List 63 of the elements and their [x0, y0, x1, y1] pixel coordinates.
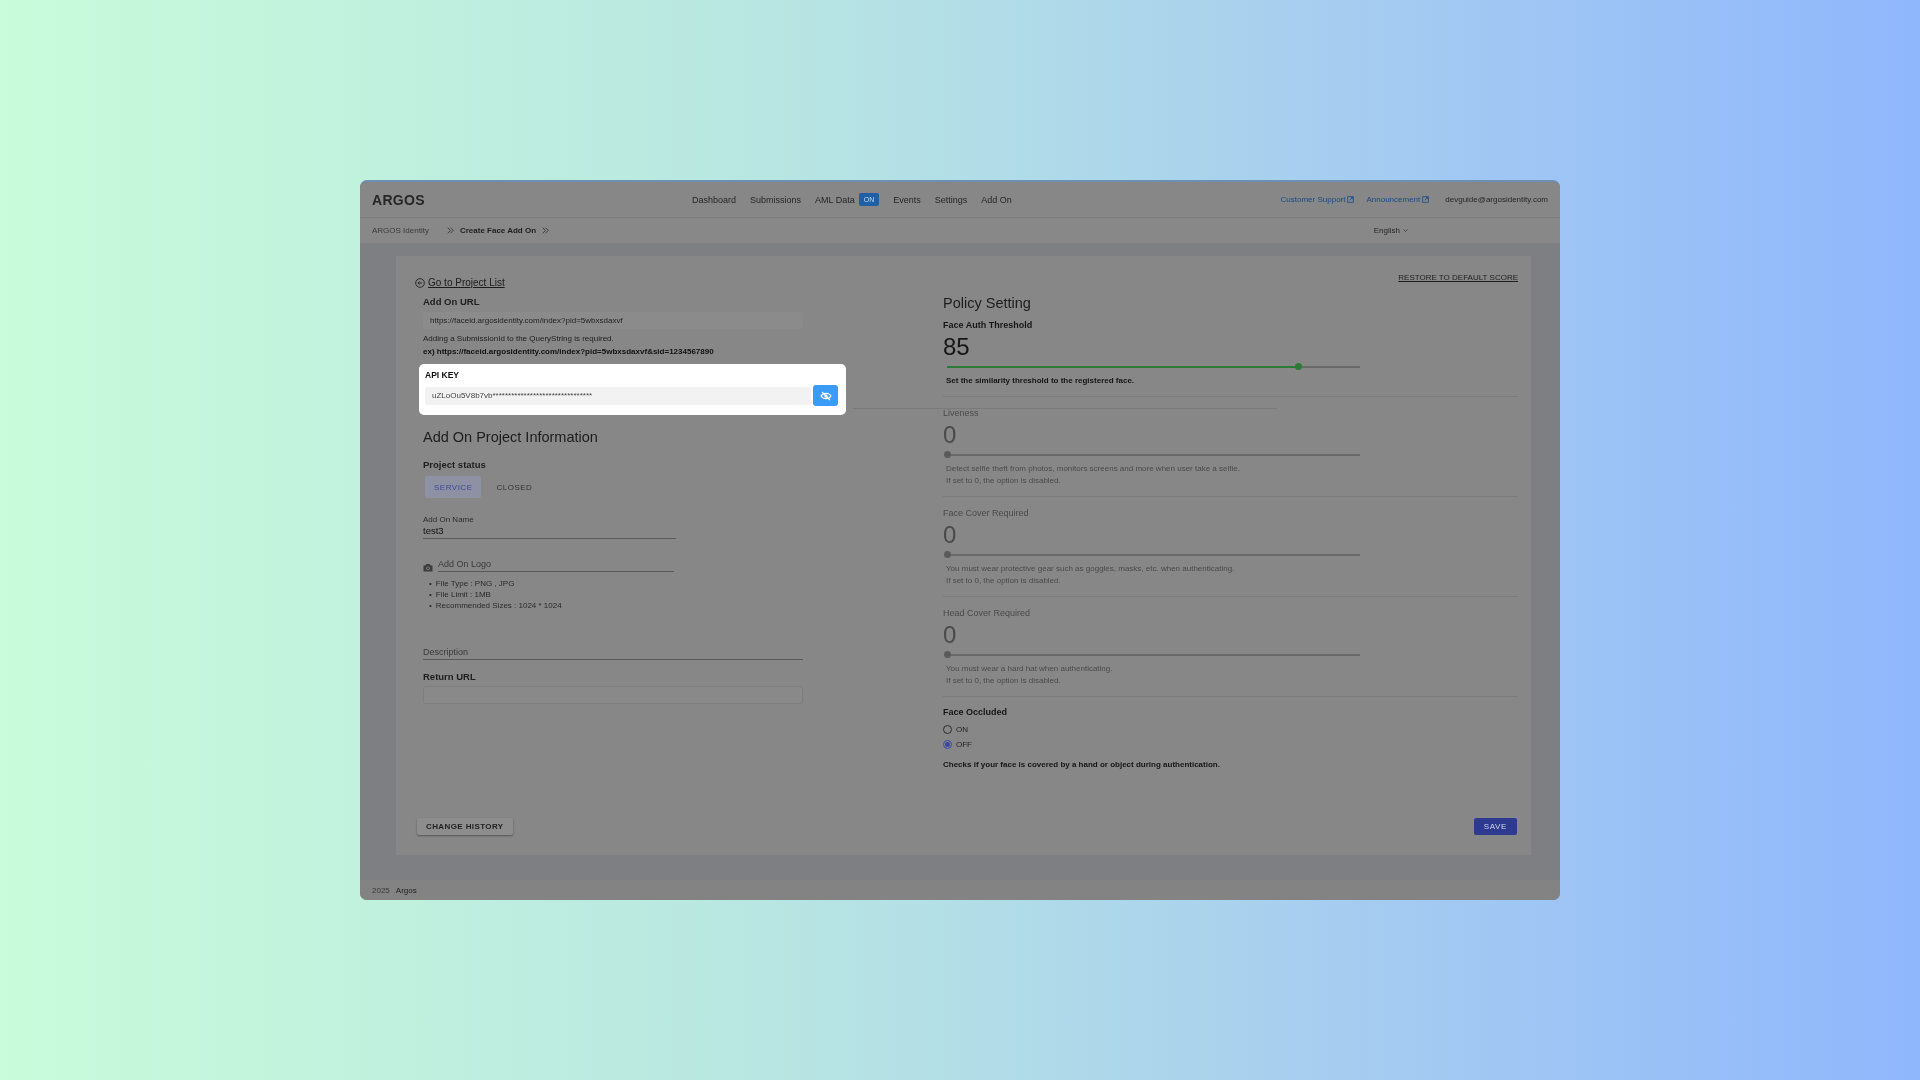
bullet: •	[429, 589, 432, 600]
setting-description: Set the similarity threshold to the registered face.	[946, 376, 1136, 385]
setting-value: 85	[943, 332, 971, 362]
back-arrow-icon	[415, 277, 425, 288]
camera-icon	[423, 563, 433, 572]
header-link[interactable]: Announcement	[1366, 195, 1430, 204]
setting-label: Liveness	[943, 408, 980, 418]
radio-label: ON	[956, 725, 968, 734]
change-history-button[interactable]: CHANGE HISTORY	[417, 818, 513, 835]
url-field[interactable]: https://faceid.argosidentity.com/index?pid=5wbxsdaxvf	[423, 312, 803, 329]
logo: ARGOS	[372, 191, 426, 208]
language-select[interactable]: English	[1373, 226, 1408, 235]
setting-label: Face Auth Threshold	[943, 320, 1034, 330]
nav-link[interactable]: Settings	[934, 194, 968, 205]
field-label: Add On URL	[423, 296, 481, 307]
setting-label: Face Occluded	[943, 707, 1009, 717]
description-field[interactable]: Description	[423, 647, 803, 660]
radio-button[interactable]	[943, 740, 952, 749]
field-label: API KEY	[425, 370, 460, 380]
breadcrumb-item[interactable]: ARGOS Identity	[372, 226, 429, 235]
nav-link[interactable]: Submissions	[750, 194, 802, 205]
copyright-year: 2025	[372, 885, 390, 895]
rule-item: File Type : PNG , JPG	[435, 578, 515, 589]
example-url: ex) https://faceid.argosidentity.com/index?pid=5wbxsdaxvf&sid=1234567890	[423, 347, 715, 356]
restore-default-link[interactable]: RESTORE TO DEFAULT SCORE	[1398, 273, 1518, 282]
floating-label: Add On Name	[423, 515, 475, 524]
slider-thumb[interactable]	[1294, 363, 1302, 370]
section-title: Policy Setting	[943, 295, 1032, 311]
hint-text: Adding a SubmissionId to the QueryString is required.	[423, 334, 615, 343]
section-title: Add On Project Information	[423, 429, 599, 445]
chevron-icon	[446, 227, 454, 234]
nav-link[interactable]: Add On	[981, 194, 1012, 205]
bullet: •	[429, 600, 432, 611]
setting-description: Checks if your face is covered by a hand or object during authentication.	[943, 760, 1221, 769]
rule-item: Recommended Sizes : 1024 * 1024	[435, 600, 562, 611]
setting-value: 0	[943, 620, 958, 650]
api-key-field[interactable]: uZLoOu5V8b7vb********************************	[425, 386, 811, 405]
save-button[interactable]: SAVE	[1473, 818, 1517, 835]
nav-link[interactable]: Dashboard	[692, 194, 737, 205]
bullet: •	[429, 578, 432, 589]
header-link[interactable]: Customer Support	[1280, 195, 1355, 204]
breadcrumb-item: Create Face Add On	[459, 226, 537, 235]
account-email[interactable]: devguide@argosidentity.com	[1445, 195, 1548, 204]
status-toggle[interactable]: SERVICE	[425, 476, 482, 498]
field-value: test3	[423, 525, 445, 536]
setting-value: 0	[943, 420, 958, 450]
external-link-icon	[1347, 196, 1355, 203]
caret-icon	[1403, 228, 1408, 233]
visibility-toggle-button[interactable]	[813, 385, 838, 406]
field-label: Project status	[423, 459, 487, 470]
footer-brand: Argos	[395, 885, 417, 895]
name-field[interactable]: Add On Name test3	[423, 515, 676, 539]
eye-off-icon	[819, 390, 832, 401]
nav-link[interactable]: Events	[893, 194, 921, 205]
setting-value: 0	[943, 520, 958, 550]
back-link[interactable]: Go to Project List	[415, 277, 505, 288]
field-label: Return URL	[423, 671, 477, 682]
status-toggle[interactable]: CLOSED	[487, 476, 542, 498]
chevron-icon	[542, 227, 550, 234]
rule-item: File Limit : 1MB	[435, 589, 491, 600]
radio-label: OFF	[956, 740, 972, 749]
logo-upload-field[interactable]: Add On Logo	[438, 559, 674, 572]
external-link-icon	[1422, 196, 1430, 203]
